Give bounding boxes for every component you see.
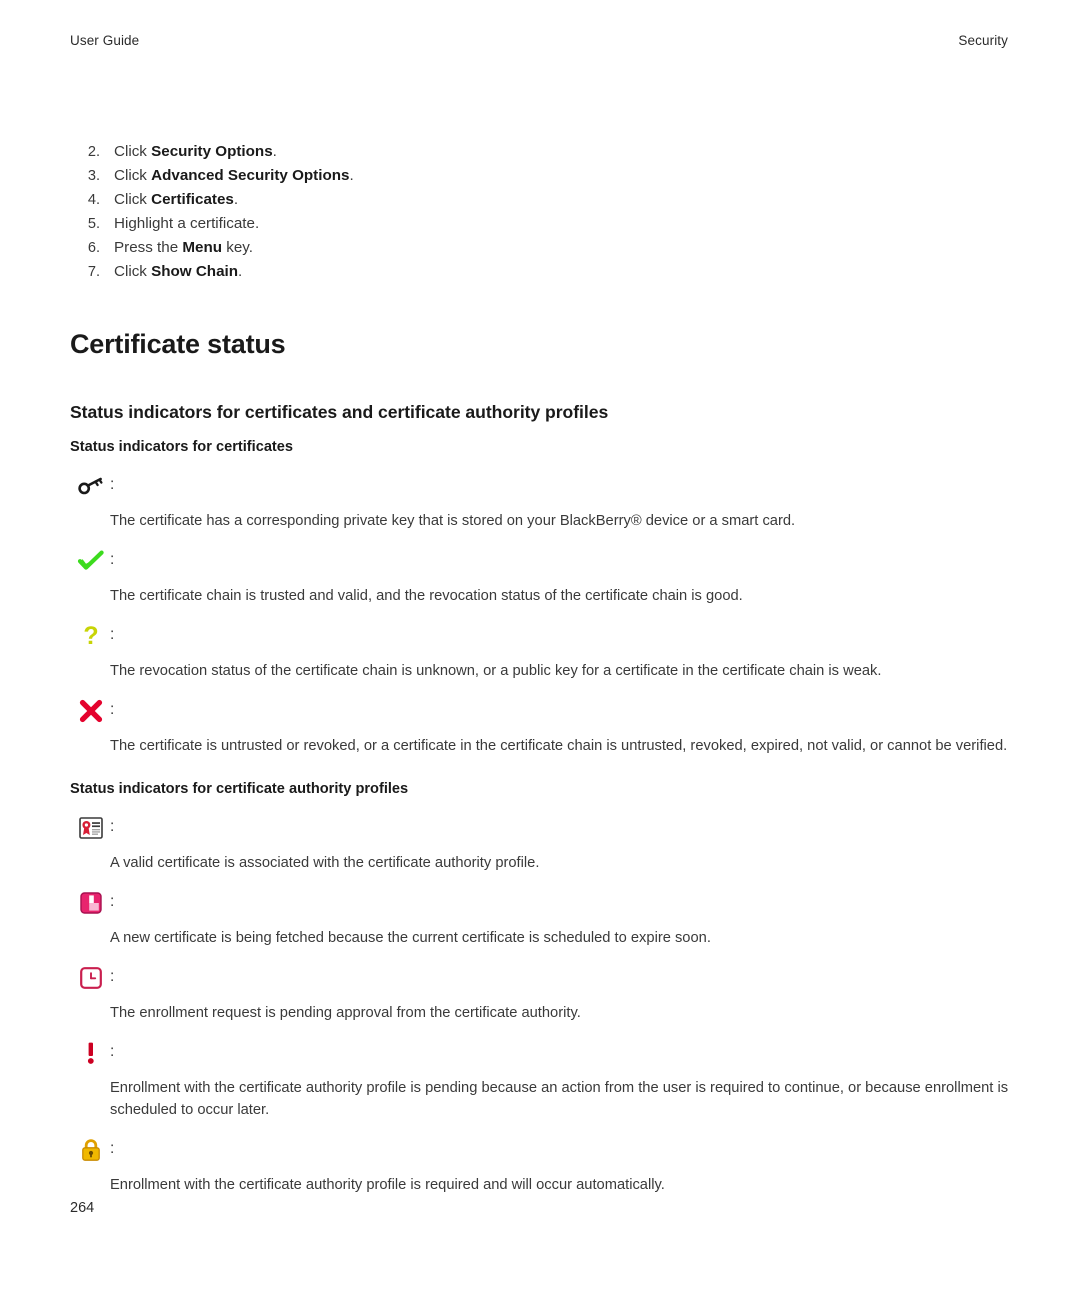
step-text: Press the Menu key. (114, 239, 253, 257)
running-head-left: User Guide (70, 33, 140, 48)
status-indicator-entry: : A valid certificate is associated with… (70, 813, 1020, 874)
list-item: 7. Click Show Chain. (70, 260, 1020, 284)
status-indicator-description: A valid certificate is associated with t… (110, 854, 540, 871)
marker-colon: : (110, 968, 115, 986)
status-indicator-description: Enrollment with the certificate authorit… (110, 1177, 665, 1194)
status-indicator-marker: : (70, 1038, 1020, 1068)
status-indicator-marker: : (70, 471, 1020, 501)
status-indicator-marker: : (70, 696, 1020, 726)
marker-colon: : (110, 893, 115, 911)
status-indicator-entry: : Enrollment with the certificate author… (70, 1038, 1020, 1121)
list-item: 2. Click Security Options. (70, 140, 1020, 164)
status-indicator-marker: : (70, 888, 1020, 918)
x-mark-icon (76, 696, 106, 726)
certificate-seal-icon (76, 813, 106, 843)
status-indicator-entry: ? : The revocation status of the certifi… (70, 621, 1020, 682)
question-mark-icon: ? (76, 621, 106, 651)
status-indicator-marker: : (70, 963, 1020, 993)
status-indicator-marker: : (70, 813, 1020, 843)
status-indicator-entry: : Enrollment with the certificate author… (70, 1135, 1020, 1196)
list-item: 4. Click Certificates. (70, 188, 1020, 212)
subsection-heading-certificates: Status indicators for certificates (70, 438, 294, 455)
procedure-step-list: 2. Click Security Options. 3. Click Adva… (70, 140, 1020, 284)
status-indicator-entry: : The certificate has a corresponding pr… (70, 471, 1020, 532)
marker-colon: : (110, 475, 115, 493)
status-indicator-description: The enrollment request is pending approv… (110, 1004, 581, 1021)
status-indicator-description: The revocation status of the certificate… (110, 662, 882, 679)
status-indicator-entry: : The enrollment request is pending appr… (70, 963, 1020, 1024)
marker-colon: : (110, 701, 115, 719)
page-content: 2. Click Security Options. 3. Click Adva… (70, 140, 1020, 1196)
list-item: 3. Click Advanced Security Options. (70, 164, 1020, 188)
running-head-right: Security (958, 33, 1008, 48)
step-number: 7. (87, 264, 100, 281)
check-mark-icon (76, 546, 106, 576)
step-text: Click Advanced Security Options. (114, 167, 354, 185)
exclamation-mark-icon (76, 1038, 106, 1068)
marker-colon: : (110, 550, 115, 568)
status-indicator-description: The certificate has a corresponding priv… (110, 512, 796, 529)
step-text: Click Certificates. (114, 191, 239, 209)
status-indicator-entry: : A new certificate is being fetched bec… (70, 888, 1020, 949)
marker-colon: : (110, 625, 115, 643)
step-number: 2. (87, 144, 100, 160)
status-indicator-description: Enrollment with the certificate authorit… (110, 1079, 1009, 1118)
subsection-heading-ca-profiles: Status indicators for certificate author… (70, 780, 409, 797)
page-title: Certificate status (70, 329, 286, 360)
status-indicator-description: The certificate chain is trusted and val… (110, 587, 743, 604)
status-indicator-marker: ? : (70, 621, 1020, 651)
marker-colon: : (110, 818, 115, 836)
fetching-certificate-icon (76, 888, 106, 918)
marker-colon: : (110, 1043, 115, 1061)
step-number: 3. (87, 168, 100, 185)
step-number: 4. (87, 192, 100, 209)
step-number: 5. (87, 216, 100, 233)
status-indicator-description: A new certificate is being fetched becau… (110, 929, 711, 946)
step-text: Highlight a certificate. (114, 215, 260, 233)
step-text: Click Show Chain. (114, 263, 243, 281)
svg-text:?: ? (83, 623, 98, 649)
status-indicator-entry: : The certificate chain is trusted and v… (70, 546, 1020, 607)
pending-clock-icon (76, 963, 106, 993)
page-number: 264 (70, 1200, 95, 1216)
list-item: 6. Press the Menu key. (70, 236, 1020, 260)
list-item: 5. Highlight a certificate. (70, 212, 1020, 236)
marker-colon: : (110, 1140, 115, 1158)
section-heading: Status indicators for certificates and c… (70, 401, 609, 422)
document-page: User Guide Security 2. Click Security Op… (0, 0, 1080, 1296)
step-text: Click Security Options. (114, 143, 277, 160)
step-number: 6. (87, 240, 100, 257)
status-indicator-marker: : (70, 1135, 1020, 1165)
running-head: User Guide Security (70, 33, 1008, 48)
padlock-icon (76, 1135, 106, 1165)
status-indicator-marker: : (70, 546, 1020, 576)
key-icon (76, 471, 106, 501)
status-indicator-entry: : The certificate is untrusted or revoke… (70, 696, 1020, 757)
status-indicator-description: The certificate is untrusted or revoked,… (110, 737, 1008, 754)
